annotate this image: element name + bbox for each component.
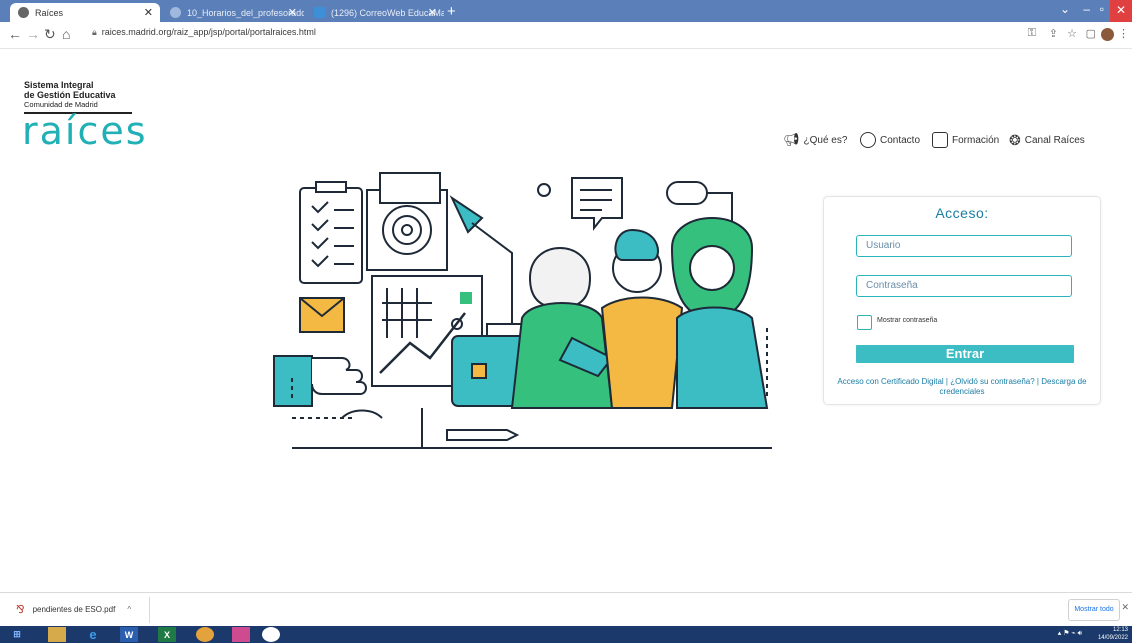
word-icon[interactable]: W [120, 627, 138, 642]
tab-correoweb[interactable]: (1296) CorreoWeb EducaMadrid ✕ [306, 3, 444, 22]
downloads-divider [149, 597, 150, 623]
nav-contacto[interactable]: Contacto [860, 132, 920, 148]
chevron-up-icon[interactable]: ^ [127, 605, 131, 614]
raices-logo[interactable]: raíces [22, 109, 148, 153]
download-filename: pendientes de ESO.pdf [32, 605, 116, 614]
tab-favicon-icon [170, 7, 181, 18]
share-icon[interactable]: ⇪ [1049, 27, 1058, 40]
new-tab-icon[interactable]: + [447, 3, 456, 20]
address-bar[interactable]: 🔒︎ raices.madrid.org/raiz_app/jsp/portal/… [92, 27, 316, 38]
system-tray-icon[interactable]: ▴ ⚑ ⌁ 🔊︎ [1058, 629, 1082, 638]
paint-icon[interactable] [232, 627, 250, 642]
lock-icon: 🔒︎ [92, 27, 97, 37]
nav-label: Canal Raíces [1024, 135, 1085, 146]
chrome-icon[interactable] [262, 627, 280, 642]
browser-tab-strip: Raíces ✕ 10_Horarios_del_profesorado.p ✕… [0, 0, 1132, 22]
mail-favicon-icon [314, 7, 325, 18]
tab-horarios[interactable]: 10_Horarios_del_profesorado.p ✕ [162, 3, 304, 22]
login-links[interactable]: Acceso con Certificado Digital | ¿Olvidó… [828, 377, 1096, 397]
nav-label: Formación [952, 134, 1000, 146]
tab-raices[interactable]: Raíces ✕ [10, 3, 160, 22]
close-downloads-icon[interactable]: ✕ [1121, 602, 1129, 613]
close-tab-icon[interactable]: ✕ [144, 6, 153, 19]
app-icon[interactable] [196, 627, 214, 642]
login-card: Acceso: Usuario Contraseña Mostrar contr… [823, 196, 1101, 405]
monitor-icon [932, 132, 948, 148]
hero-illustration [273, 172, 772, 449]
tab-search-icon[interactable]: ⌄ [1060, 2, 1070, 16]
menu-icon[interactable]: ⋮ [1118, 27, 1129, 40]
side-panel-icon[interactable]: ▢ [1086, 27, 1096, 40]
nav-label: ¿Qué es? [803, 134, 848, 146]
brand-block: Sistema Integral de Gestión Educativa Co… [24, 80, 116, 110]
username-field[interactable]: Usuario [856, 235, 1072, 257]
windows-taskbar: ⊞ e W X ▴ ⚑ ⌁ 🔊︎ 12:13 14/09/2022 [0, 626, 1132, 643]
brand-line-1: Sistema Integral [24, 80, 94, 90]
megaphone-icon: 📢︎ [783, 132, 800, 147]
profile-avatar[interactable] [1101, 28, 1114, 41]
show-password-checkbox[interactable] [857, 315, 872, 330]
password-field[interactable]: Contraseña [856, 275, 1072, 297]
tab-title: Raíces [35, 7, 64, 18]
back-icon[interactable]: ← [8, 26, 22, 42]
nav-label: Contacto [880, 134, 921, 146]
file-explorer-icon[interactable] [48, 627, 66, 642]
home-icon[interactable]: ⌂ [62, 26, 70, 42]
clock-date: 14/09/2022 [1097, 635, 1128, 641]
network-icon: ❂ [1009, 132, 1021, 148]
key-icon[interactable]: ⚿ [1028, 27, 1036, 40]
download-item[interactable]: ⅋ pendientes de ESO.pdf ^ [16, 603, 131, 616]
nav-canal-raices[interactable]: ❂ Canal Raíces [1009, 132, 1085, 149]
show-password-label: Mostrar contraseña [877, 317, 938, 324]
url-text: raices.madrid.org/raiz_app/jsp/portal/po… [101, 27, 316, 37]
globe-icon [18, 7, 29, 18]
windows-start-icon[interactable]: ⊞ [8, 627, 26, 642]
browser-toolbar: ← → ↻ ⌂ 🔒︎ raices.madrid.org/raiz_app/jsp… [0, 22, 1132, 49]
taskbar-clock[interactable]: 12:13 14/09/2022 [1098, 626, 1128, 642]
internet-explorer-icon[interactable]: e [84, 627, 102, 642]
mail-icon [860, 132, 876, 148]
reload-icon[interactable]: ↻ [44, 26, 56, 43]
nav-que-es[interactable]: 📢︎ ¿Qué es? [783, 132, 847, 148]
nav-formacion[interactable]: Formación [932, 132, 999, 148]
pdf-icon: ⅋ [16, 604, 25, 616]
clock-time: 12:13 [1112, 627, 1128, 633]
excel-icon[interactable]: X [158, 627, 176, 642]
maximize-icon[interactable]: ▫ [1100, 2, 1104, 16]
close-tab-icon[interactable]: ✕ [428, 6, 437, 19]
show-all-button[interactable]: Mostrar todo [1068, 599, 1120, 621]
bookmark-star-icon[interactable]: ☆ [1067, 27, 1077, 40]
minimize-icon[interactable]: – [1083, 2, 1090, 16]
tab-title: 10_Horarios_del_profesorado.p [187, 7, 304, 18]
forward-icon[interactable]: → [26, 26, 40, 42]
close-tab-icon[interactable]: ✕ [288, 6, 297, 19]
brand-line-2: de Gestión Educativa [24, 90, 116, 100]
downloads-bar: ⅋ pendientes de ESO.pdf ^ Mostrar todo ✕ [0, 592, 1132, 627]
window-close-icon[interactable]: ✕ [1110, 0, 1132, 22]
enter-button[interactable]: Entrar [856, 345, 1074, 363]
login-title: Acceso: [935, 205, 989, 221]
